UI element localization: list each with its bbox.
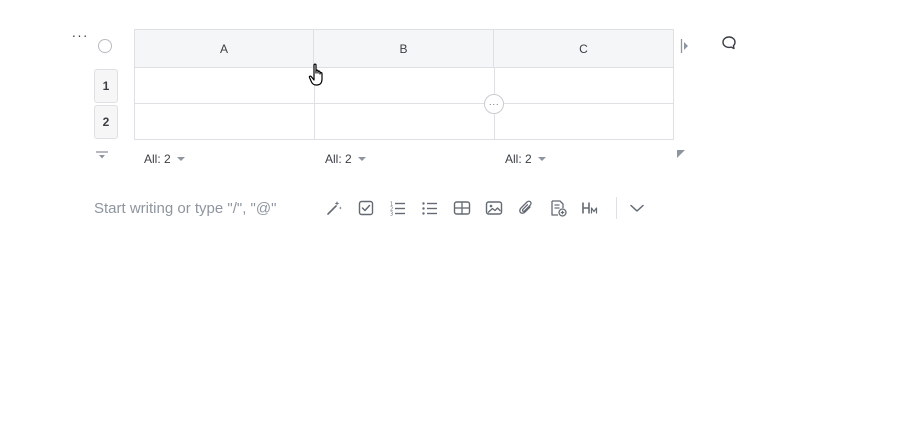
attachment-icon[interactable]	[517, 199, 535, 217]
summary-label: All: 2	[144, 152, 171, 166]
summary-label: All: 2	[505, 152, 532, 166]
table-cell[interactable]	[135, 104, 314, 139]
column-summary-a[interactable]: All: 2	[144, 152, 185, 166]
column-summary-c[interactable]: All: 2	[505, 152, 546, 166]
comment-icon[interactable]	[721, 35, 737, 51]
add-column-icon	[680, 39, 688, 53]
heading-icon[interactable]	[581, 199, 599, 217]
table-grid: A B C	[134, 29, 674, 140]
summary-label: All: 2	[325, 152, 352, 166]
select-all-circle[interactable]	[98, 39, 112, 53]
bullet-list-icon[interactable]	[421, 199, 439, 217]
table-cell[interactable]	[495, 68, 673, 103]
chevron-down-icon[interactable]	[628, 199, 646, 217]
row-more-button[interactable]: ···	[484, 94, 504, 114]
image-icon[interactable]	[485, 199, 503, 217]
table-cell[interactable]	[315, 104, 494, 139]
caret-down-icon	[537, 157, 546, 161]
caret-down-icon	[176, 157, 185, 161]
table-cell[interactable]	[135, 68, 314, 103]
block-more-handle[interactable]: ···	[70, 28, 90, 44]
checkbox-icon[interactable]	[357, 199, 375, 217]
filter-icon[interactable]	[95, 147, 109, 159]
table-cell[interactable]	[315, 68, 494, 103]
column-header-b[interactable]: B	[314, 30, 494, 68]
add-column-handle[interactable]	[680, 38, 690, 54]
column-summary-b[interactable]: All: 2	[325, 152, 366, 166]
svg-text:3: 3	[390, 212, 393, 218]
add-doc-icon[interactable]	[549, 199, 567, 217]
hand-cursor-icon	[308, 62, 328, 88]
editor-placeholder[interactable]: Start writing or type "/", "@"	[94, 200, 276, 217]
ordered-list-icon[interactable]: 1 2 3	[389, 199, 407, 217]
table-cell[interactable]	[495, 104, 673, 139]
row-number-1[interactable]: 1	[94, 69, 118, 103]
resize-handle-icon[interactable]	[676, 146, 686, 158]
column-header-c[interactable]: C	[494, 30, 673, 68]
caret-down-icon	[357, 157, 366, 161]
toolbar-separator	[616, 197, 617, 219]
magic-wand-icon[interactable]	[325, 199, 343, 217]
table-icon[interactable]	[453, 199, 471, 217]
column-header-a[interactable]: A	[135, 30, 314, 68]
row-number-2[interactable]: 2	[94, 105, 118, 139]
